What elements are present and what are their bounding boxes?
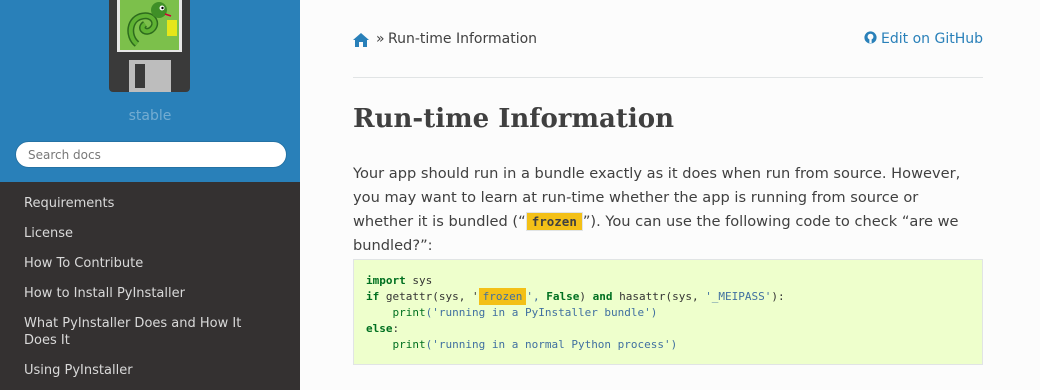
search-input[interactable]: [15, 141, 287, 168]
github-icon: [864, 31, 877, 44]
code-token: getattr(sys, ': [379, 290, 479, 303]
code-token: sys: [405, 274, 433, 287]
code-token: import: [366, 274, 406, 287]
sidebar-item-using-pyinstaller[interactable]: Using PyInstaller: [0, 362, 300, 379]
sidebar-item-license[interactable]: License: [0, 225, 300, 242]
code-token: :: [392, 322, 400, 335]
code-token: ):: [771, 290, 785, 303]
main-content: » Run-time Information Edit on GitHub Ru…: [300, 0, 1040, 390]
intro-paragraph: Your app should run in a bundle exactly …: [353, 162, 983, 258]
code-token: print: [392, 338, 426, 351]
code-highlight-frozen: frozen: [478, 288, 527, 305]
sidebar-item-how-to-contribute[interactable]: How To Contribute: [0, 255, 300, 272]
pyinstaller-logo-icon[interactable]: [107, 0, 192, 94]
code-token: else: [366, 322, 393, 335]
divider: [353, 77, 983, 78]
edit-on-github-label: Edit on GitHub: [881, 31, 983, 47]
sidebar-item-what-pyinstaller-does[interactable]: What PyInstaller Does and How It Does It: [0, 315, 300, 349]
code-token: ('running in a normal Python process'): [425, 338, 678, 351]
version-label[interactable]: stable: [0, 108, 300, 124]
sidebar-item-how-to-install[interactable]: How to Install PyInstaller: [0, 285, 300, 302]
code-token: False: [546, 290, 580, 303]
edit-on-github-link[interactable]: Edit on GitHub: [864, 31, 983, 47]
code-token: if: [366, 290, 380, 303]
sidebar: stable Requirements License How To Contr…: [0, 0, 300, 390]
code-token: ('running in a PyInstaller bundle'): [425, 306, 658, 319]
code-token: hasattr(sys,: [612, 290, 706, 303]
code-token: ',: [526, 290, 547, 303]
code-token: print: [392, 306, 426, 319]
code-token: ): [579, 290, 593, 303]
sidebar-header: stable: [0, 0, 300, 182]
breadcrumb-separator: »: [376, 31, 385, 47]
code-token: and: [592, 290, 613, 303]
breadcrumb-current: Run-time Information: [388, 31, 538, 47]
sidebar-nav: Requirements License How To Contribute H…: [0, 195, 300, 379]
code-token: '_MEIPASS': [705, 290, 772, 303]
breadcrumb: » Run-time Information Edit on GitHub: [353, 31, 983, 51]
sidebar-item-requirements[interactable]: Requirements: [0, 195, 300, 212]
code-block[interactable]: import sys if getattr(sys, ' frozen ', Fal…: [353, 259, 983, 365]
page-title: Run-time Information: [353, 104, 674, 134]
inline-literal-frozen: frozen: [525, 212, 583, 231]
home-icon[interactable]: [353, 33, 369, 47]
